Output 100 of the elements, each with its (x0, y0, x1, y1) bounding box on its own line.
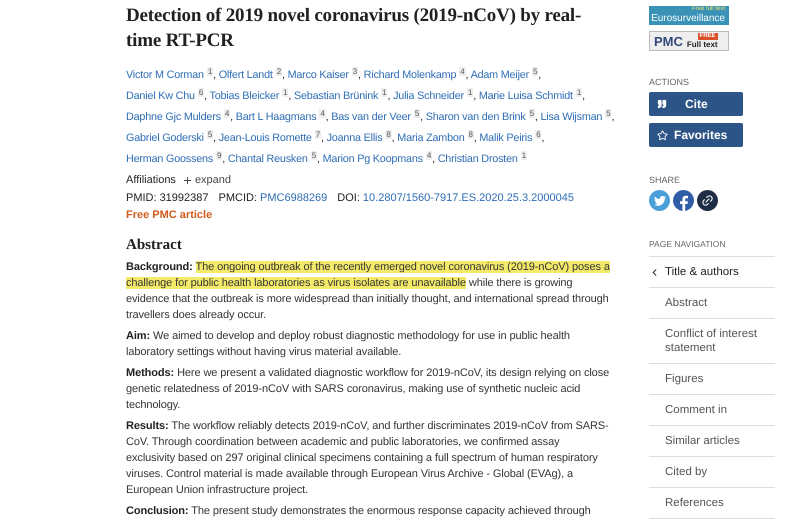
logo-caption: Full text (686, 40, 718, 50)
nav-link[interactable]: References (649, 488, 775, 519)
logo-name: Eurosurveillance (651, 13, 725, 24)
author-link[interactable]: Tobias Bleicker (210, 90, 280, 102)
section-heading: ACTIONS (649, 76, 690, 88)
affiliation-number[interactable]: 2 (276, 67, 282, 76)
author-link[interactable]: Daphne Gjc Mulders (126, 111, 221, 123)
copy-link-button[interactable] (697, 190, 718, 211)
f-letter-icon (680, 195, 688, 211)
affiliation-number[interactable]: 6 (535, 130, 542, 139)
affiliation-number[interactable]: 9 (216, 151, 222, 160)
author-separator: , (538, 69, 542, 81)
affiliation-number[interactable]: 7 (314, 130, 321, 139)
author-separator: , (474, 132, 477, 144)
affiliation-number[interactable]: 4 (224, 109, 230, 118)
author-link[interactable]: Adam Meijer (470, 69, 529, 81)
affiliation-number[interactable]: 1 (466, 88, 474, 97)
author-separator: , (358, 69, 361, 81)
author-separator: , (387, 90, 390, 102)
abstract-paragraph: Conclusion: The present study demonstrates the enormous response capacity achieved through (126, 504, 592, 519)
affiliation-number[interactable]: 5 (605, 109, 612, 118)
twitter-share-button[interactable] (649, 190, 670, 211)
affiliation-number[interactable]: 1 (576, 88, 582, 97)
nav-link[interactable]: Title & authors (649, 257, 775, 288)
free-article-label: Free PMC article (126, 208, 212, 223)
author-separator: , (316, 153, 320, 165)
author-separator: , (432, 153, 435, 165)
author-separator: , (204, 90, 207, 102)
article-title: Detection of 2019 novel coronavirus (2019-nCoV) by real-time RT-PCR (126, 4, 582, 53)
author-separator: , (534, 111, 538, 123)
author-separator: , (282, 69, 285, 81)
abstract-heading: Abstract (126, 236, 183, 255)
id-value: 31992387 (160, 191, 209, 206)
affiliation-number[interactable]: 1 (206, 67, 214, 76)
author-link[interactable]: Herman Goossens (126, 153, 214, 165)
id-label: PMCID: (218, 191, 258, 206)
author-link[interactable]: Marco Kaiser (288, 69, 349, 81)
author-link[interactable]: Sharon van den Brink (426, 111, 526, 123)
affiliation-number[interactable]: 6 (198, 88, 204, 97)
plus-icon (182, 174, 193, 186)
author-separator: , (420, 111, 423, 123)
author-separator: , (326, 111, 328, 123)
affiliation-number[interactable]: 1 (282, 88, 288, 97)
nav-link[interactable]: Figures (649, 364, 775, 395)
author-link[interactable]: Bas van der Veer (331, 111, 411, 123)
logo-name: PMC (654, 33, 683, 50)
affiliation-number[interactable]: 4 (459, 67, 466, 76)
author-link[interactable]: Richard Molenkamp (364, 69, 456, 81)
affiliation-number[interactable]: 3 (352, 67, 358, 76)
id-link[interactable]: 10.2807/1560-7917.ES.2020.25.3.2000045 (362, 190, 574, 206)
nav-link[interactable]: Comment in (649, 395, 775, 426)
affiliation-number[interactable]: 1 (381, 88, 388, 97)
expand-button[interactable]: expand (182, 172, 232, 188)
bird-icon (654, 196, 666, 206)
author-link[interactable]: Jean-Louis Romette (218, 132, 312, 144)
author-separator: , (222, 153, 226, 165)
id-label: DOI: (337, 191, 360, 206)
author-separator: , (213, 69, 216, 81)
abstract-paragraph: Results: The workflow reliably detects 2019-nCoV, and further discriminates 2019-nCoV from SARS-CoV. Through coordination between academic and public laboratories, we confirmed assay exclusivity based on 297 original clinical specimens containing a full spectrum of human respiratory viruses. Control material is made available through European Virus Archive - Global (EVAg), a European Union infrastructure project. (126, 419, 610, 498)
author-link[interactable]: Joanna Ellis (326, 132, 382, 144)
affiliation-number[interactable]: 5 (528, 109, 535, 118)
affiliation-number[interactable]: 1 (520, 151, 527, 160)
affiliation-number[interactable]: 5 (414, 109, 420, 118)
author-separator: , (473, 90, 476, 102)
author-link[interactable]: Chantal Reusken (228, 153, 308, 165)
id-link[interactable]: PMC6988269 (260, 190, 328, 206)
nav-link[interactable]: Abstract (649, 288, 775, 319)
author-separator: , (466, 69, 468, 81)
nav-link[interactable]: Conflict of interest statement (649, 319, 775, 364)
author-link[interactable]: Marie Luisa Schmidt (478, 90, 573, 102)
facebook-share-button[interactable] (673, 190, 694, 211)
author-separator: , (541, 132, 544, 144)
author-link[interactable]: Julia Schneider (393, 90, 464, 102)
author-separator: , (611, 111, 614, 123)
author-link[interactable]: Bart L Haagmans (236, 111, 316, 123)
nav-link[interactable]: Similar articles (649, 426, 775, 457)
abstract-paragraph: Methods: Here we present a validated diagnostic workflow for 2019-nCoV, its design relying on close genetic relatedness of 2019-nCoV with SARS coronavirus, making use of synthetic nucleic acid technology. (126, 366, 610, 413)
star-icon (657, 130, 668, 140)
author-link[interactable]: Olfert Landt (218, 69, 273, 81)
author-link[interactable]: Malik Peiris (479, 132, 532, 144)
action-button[interactable]: Cite (649, 92, 743, 116)
author-link[interactable]: Marion Pg Koopmans (322, 153, 423, 165)
affiliation-number[interactable]: 5 (310, 151, 317, 160)
affiliation-number[interactable]: 4 (319, 109, 326, 118)
author-link[interactable]: Victor M Corman (126, 69, 204, 81)
affiliation-number[interactable]: 8 (385, 130, 392, 139)
nav-link[interactable]: Cited by (649, 457, 775, 488)
author-link[interactable]: Maria Zambon (397, 132, 465, 144)
author-link[interactable]: Christian Drosten (438, 153, 518, 165)
author-link[interactable]: Lisa Wijsman (540, 111, 602, 123)
section-heading: PAGE NAVIGATION (649, 238, 727, 250)
author-link[interactable]: Daniel Kw Chu (126, 90, 195, 102)
affiliation-number[interactable]: 4 (426, 151, 432, 160)
action-button[interactable]: Favorites (649, 123, 743, 147)
affiliation-number[interactable]: 8 (468, 130, 474, 139)
affiliation-number[interactable]: 5 (532, 67, 538, 76)
author-link[interactable]: Gabriel Goderski (126, 132, 204, 144)
affiliation-number[interactable]: 5 (206, 130, 214, 139)
author-separator: , (288, 90, 292, 102)
author-link[interactable]: Sebastian Brünink (294, 90, 378, 102)
